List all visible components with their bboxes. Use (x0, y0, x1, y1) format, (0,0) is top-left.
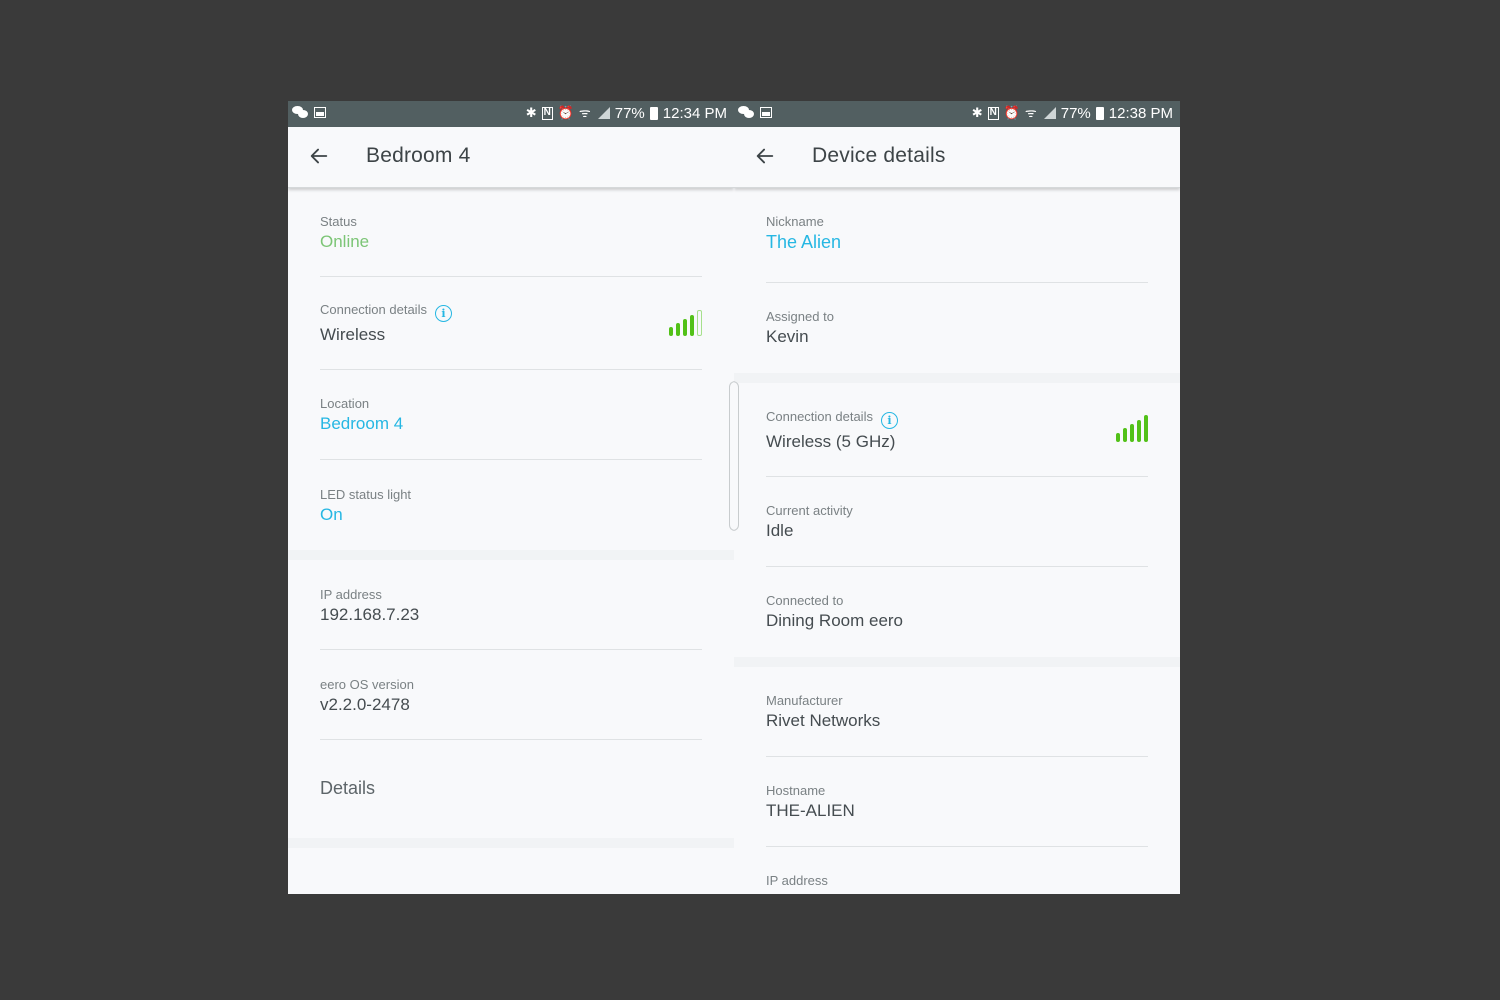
ip-address-row: IP address 192.168.7.23 (320, 560, 702, 650)
ip-address-label: IP address (320, 587, 382, 602)
signal-bar (676, 323, 680, 336)
current-activity-row: Current activity Idle (766, 477, 1148, 567)
connected-to-label: Connected to (766, 593, 844, 608)
clock: 12:34 PM (662, 104, 727, 122)
status-value: Online (320, 232, 370, 251)
nfc-icon: N (987, 106, 999, 120)
manufacturer-label: Manufacturer (766, 693, 843, 708)
manufacturer-value: Rivet Networks (766, 711, 881, 730)
battery-icon (1095, 106, 1104, 120)
bluetooth-icon: ✱ (525, 105, 537, 120)
signal-bar (1137, 420, 1141, 442)
battery-percent: 77% (1060, 104, 1091, 122)
nfc-icon: N (541, 106, 553, 120)
info-icon[interactable]: i (880, 412, 898, 429)
connection-details-row[interactable]: Connection details i Wireless (5 GHz) (766, 383, 1148, 477)
ip-address-label: IP address (766, 873, 828, 888)
signal-bar (1144, 415, 1148, 442)
gallery-icon (760, 106, 772, 118)
led-status-label: LED status light (320, 487, 412, 502)
alarm-icon: ⏰ (557, 105, 574, 120)
os-version-value: v2.2.0-2478 (320, 695, 410, 714)
battery-icon (649, 106, 658, 120)
status-bar: ✱ N ⏰ ᯤ 77% 12:38 PM (734, 101, 1180, 127)
signal-bar-empty (697, 310, 702, 336)
os-version-row: eero OS version v2.2.0-2478 (320, 650, 702, 740)
hostname-value: THE-ALIEN (766, 801, 855, 820)
os-version-label: eero OS version (320, 677, 414, 692)
current-activity-value: Idle (766, 521, 794, 540)
wifi-icon: ᯤ (1024, 105, 1037, 120)
hostname-label: Hostname (766, 783, 826, 798)
arrow-left-icon[interactable] (308, 145, 330, 167)
signal-bar (669, 327, 673, 336)
signal-bar (1123, 428, 1127, 442)
clock: 12:38 PM (1108, 104, 1173, 122)
chat-icon (292, 106, 308, 118)
nickname-value[interactable]: The Alien (766, 232, 1148, 253)
left-phone-screen: ✱ N ⏰ ᯤ 77% 12:34 PM Bedroom 4 Status On… (288, 101, 734, 894)
info-icon[interactable]: i (434, 305, 452, 322)
section-divider (288, 550, 734, 560)
assigned-to-row[interactable]: Assigned to Kevin (766, 283, 1148, 373)
manufacturer-row: Manufacturer Rivet Networks (766, 667, 1148, 757)
arrow-left-icon[interactable] (754, 145, 776, 167)
current-activity-label: Current activity (766, 503, 853, 518)
bluetooth-icon: ✱ (971, 105, 983, 120)
cell-signal-icon (596, 107, 610, 119)
app-bar: Device details (734, 127, 1180, 188)
details-row[interactable]: Details (320, 740, 702, 838)
connected-to-row[interactable]: Connected to Dining Room eero (766, 567, 1148, 657)
ip-address-value: 192.168.7.23 (320, 605, 420, 624)
page-title: Bedroom 4 (366, 144, 471, 167)
cell-signal-icon (1042, 107, 1056, 119)
assigned-to-value: Kevin (766, 327, 809, 346)
nickname-label: Nickname (766, 214, 824, 229)
connection-details-label: Connection details (766, 409, 873, 424)
section-divider (734, 373, 1180, 383)
signal-bar (1130, 424, 1134, 442)
connection-details-value: Wireless (320, 325, 386, 344)
details-link[interactable]: Details (320, 778, 375, 798)
assigned-to-label: Assigned to (766, 309, 834, 324)
location-row[interactable]: Location Bedroom 4 (320, 370, 702, 460)
signal-strength-icon (669, 310, 702, 336)
signal-strength-icon (1116, 415, 1148, 442)
led-status-row[interactable]: LED status light On (320, 460, 702, 550)
signal-bar (1116, 433, 1120, 442)
gallery-icon (314, 106, 326, 118)
app-bar: Bedroom 4 (288, 127, 734, 188)
wifi-icon: ᯤ (578, 105, 591, 120)
signal-bar (683, 319, 687, 336)
nickname-row[interactable]: Nickname The Alien (766, 188, 1148, 283)
status-label: Status (320, 214, 357, 229)
scroll-edge-indicator (734, 381, 739, 531)
page-title: Device details (812, 144, 946, 167)
led-status-value[interactable]: On (320, 505, 702, 525)
section-divider (734, 657, 1180, 667)
section-divider (288, 838, 734, 848)
location-label: Location (320, 396, 370, 411)
chat-icon (738, 106, 754, 118)
battery-percent: 77% (614, 104, 645, 122)
signal-bar (690, 315, 694, 336)
location-value[interactable]: Bedroom 4 (320, 414, 702, 434)
connection-details-row[interactable]: Connection details i Wireless (320, 277, 702, 370)
connection-details-label: Connection details (320, 302, 427, 317)
status-row: Status Online (320, 188, 702, 277)
alarm-icon: ⏰ (1003, 105, 1020, 120)
hostname-row: Hostname THE-ALIEN (766, 757, 1148, 847)
ip-address-row: IP address (766, 847, 1148, 894)
status-bar: ✱ N ⏰ ᯤ 77% 12:34 PM (288, 101, 734, 127)
right-phone-screen: ✱ N ⏰ ᯤ 77% 12:38 PM Device details Nick… (734, 101, 1180, 894)
connection-details-value: Wireless (5 GHz) (766, 432, 896, 451)
connected-to-value: Dining Room eero (766, 611, 904, 630)
